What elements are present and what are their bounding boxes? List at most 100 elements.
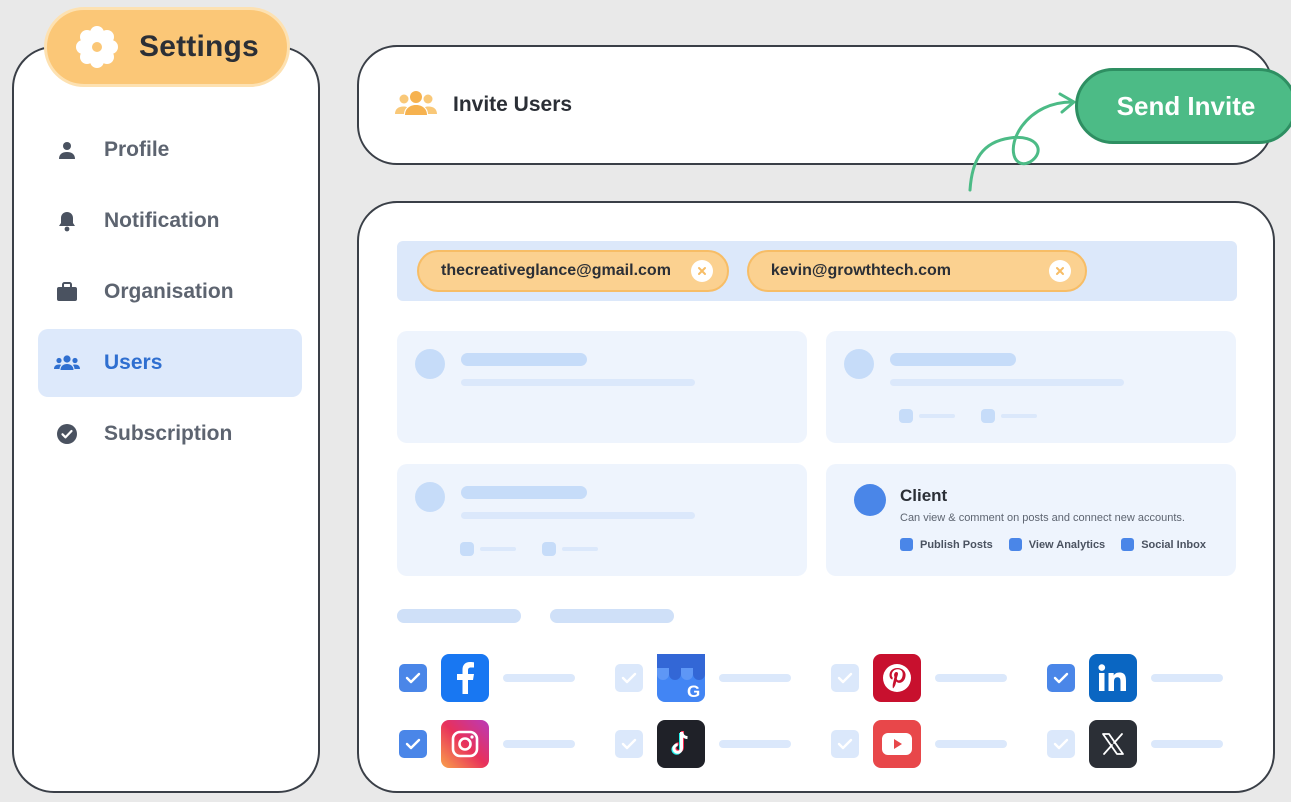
permission-label: Social Inbox bbox=[1141, 538, 1206, 551]
sidebar-item-label: Notification bbox=[104, 209, 220, 232]
role-card-placeholder[interactable] bbox=[397, 331, 807, 443]
social-item-instagram[interactable] bbox=[399, 720, 615, 768]
placeholder-line bbox=[503, 740, 575, 748]
sidebar-item-organisation[interactable]: Organisation bbox=[38, 258, 302, 326]
pinterest-icon bbox=[873, 654, 921, 702]
placeholder-bar bbox=[890, 379, 1124, 386]
social-item-pinterest[interactable] bbox=[831, 654, 1047, 702]
checkbox-unchecked[interactable] bbox=[831, 664, 859, 692]
sidebar-item-label: Organisation bbox=[104, 280, 234, 303]
close-icon[interactable] bbox=[1049, 260, 1071, 282]
checkbox-unchecked[interactable] bbox=[831, 730, 859, 758]
avatar bbox=[415, 349, 445, 379]
bell-icon bbox=[54, 208, 80, 234]
sidebar-item-notification[interactable]: Notification bbox=[38, 187, 302, 255]
settings-title: Settings bbox=[139, 30, 259, 63]
facebook-icon bbox=[441, 654, 489, 702]
social-item-tiktok[interactable] bbox=[615, 720, 831, 768]
social-item-linkedin[interactable] bbox=[1047, 654, 1263, 702]
placeholder-bar bbox=[461, 486, 587, 499]
svg-text:G: G bbox=[687, 682, 700, 701]
role-description: Can view & comment on posts and connect … bbox=[900, 512, 1185, 524]
placeholder-line bbox=[1151, 674, 1223, 682]
placeholder-bar bbox=[890, 353, 1016, 366]
permission-item: View Analytics bbox=[1008, 538, 1106, 551]
sidebar-item-label: Users bbox=[104, 351, 163, 374]
permission-label: Publish Posts bbox=[920, 538, 993, 551]
tab-placeholder[interactable] bbox=[397, 609, 521, 623]
placeholder-line bbox=[503, 674, 575, 682]
send-invite-button[interactable]: Send Invite bbox=[1075, 68, 1291, 144]
social-item-x[interactable] bbox=[1047, 720, 1263, 768]
permission-item: Social Inbox bbox=[1121, 538, 1206, 551]
email-chip-label: thecreativeglance@gmail.com bbox=[441, 262, 671, 279]
user-icon bbox=[54, 137, 80, 163]
placeholder-dot bbox=[542, 542, 556, 556]
placeholder-line bbox=[719, 740, 791, 748]
check-circle-icon bbox=[54, 421, 80, 447]
email-chip: thecreativeglance@gmail.com bbox=[417, 250, 729, 292]
social-item-youtube[interactable] bbox=[831, 720, 1047, 768]
placeholder-dot bbox=[981, 409, 995, 423]
role-card-placeholder[interactable] bbox=[397, 464, 807, 576]
role-card-client[interactable]: Client Can view & comment on posts and c… bbox=[826, 464, 1236, 576]
email-chip-label: kevin@growthtech.com bbox=[770, 262, 951, 279]
settings-header: Settings bbox=[44, 7, 290, 87]
linkedin-icon bbox=[1089, 654, 1137, 702]
sidebar-nav: Profile Notification Organisation Users … bbox=[38, 116, 302, 471]
checkbox-checked[interactable] bbox=[1047, 664, 1075, 692]
checkbox-icon bbox=[1121, 538, 1135, 551]
avatar bbox=[415, 482, 445, 512]
placeholder-bar bbox=[461, 379, 695, 386]
google-business-icon: G bbox=[657, 654, 705, 702]
placeholder-line bbox=[562, 547, 598, 551]
placeholder-line bbox=[1001, 414, 1037, 418]
social-item-facebook[interactable] bbox=[399, 654, 615, 702]
placeholder-line bbox=[719, 674, 791, 682]
placeholder-line bbox=[1151, 740, 1223, 748]
permission-list: Publish Posts View Analytics Social Inbo… bbox=[900, 538, 1206, 551]
checkbox-unchecked[interactable] bbox=[1047, 730, 1075, 758]
tab-placeholder[interactable] bbox=[550, 609, 674, 623]
close-icon[interactable] bbox=[690, 260, 713, 282]
checkbox-checked[interactable] bbox=[399, 664, 427, 692]
checkbox-unchecked[interactable] bbox=[615, 730, 643, 758]
placeholder-dot bbox=[460, 542, 474, 556]
gear-icon bbox=[73, 23, 121, 71]
tiktok-icon bbox=[657, 720, 705, 768]
placeholder-bar bbox=[461, 353, 587, 366]
placeholder-dot bbox=[899, 409, 913, 423]
checkbox-unchecked[interactable] bbox=[615, 664, 643, 692]
sidebar-item-profile[interactable]: Profile bbox=[38, 116, 302, 184]
placeholder-line bbox=[935, 674, 1007, 682]
users-icon bbox=[54, 350, 80, 376]
permission-item: Publish Posts bbox=[900, 538, 993, 551]
youtube-icon bbox=[873, 720, 921, 768]
checkbox-checked[interactable] bbox=[399, 730, 427, 758]
checkbox-icon bbox=[900, 538, 913, 551]
placeholder-line bbox=[480, 547, 516, 551]
main-panel: thecreativeglance@gmail.com kevin@growth… bbox=[357, 201, 1275, 793]
placeholder-bar bbox=[461, 512, 695, 519]
sidebar-item-label: Profile bbox=[104, 138, 170, 161]
checkbox-icon bbox=[1008, 538, 1022, 551]
avatar bbox=[854, 484, 886, 516]
sidebar-item-users[interactable]: Users bbox=[38, 329, 302, 397]
briefcase-icon bbox=[54, 279, 80, 305]
x-icon bbox=[1089, 720, 1137, 768]
curved-arrow-icon bbox=[968, 92, 1076, 192]
role-title: Client bbox=[900, 486, 948, 505]
email-chip: kevin@growthtech.com bbox=[746, 250, 1087, 292]
users-group-icon bbox=[395, 89, 437, 122]
placeholder-line bbox=[935, 740, 1007, 748]
social-row bbox=[399, 720, 1263, 768]
permission-label: View Analytics bbox=[1028, 538, 1106, 551]
sidebar-item-subscription[interactable]: Subscription bbox=[38, 400, 302, 468]
social-item-google-business[interactable]: G bbox=[615, 654, 831, 702]
placeholder-line bbox=[919, 414, 955, 418]
sidebar-item-label: Subscription bbox=[104, 422, 233, 445]
instagram-icon bbox=[441, 720, 489, 768]
email-input-bar[interactable]: thecreativeglance@gmail.com kevin@growth… bbox=[397, 241, 1237, 301]
role-card-placeholder[interactable] bbox=[826, 331, 1236, 443]
invite-title: Invite Users bbox=[453, 93, 573, 116]
